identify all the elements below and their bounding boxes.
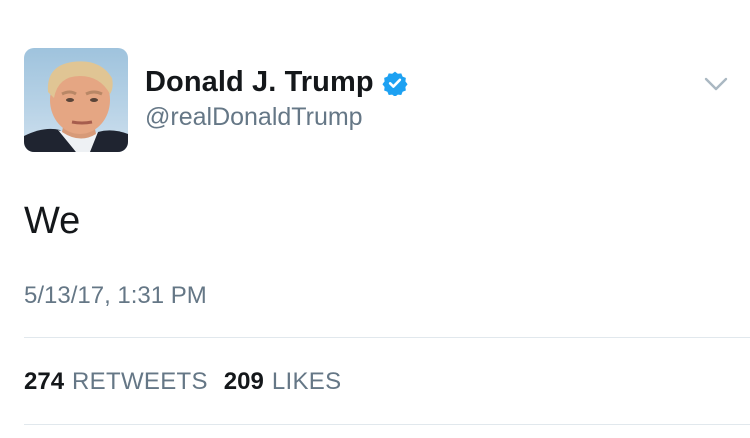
- likes-label: LIKES: [271, 368, 342, 395]
- retweets-count: 274: [24, 368, 65, 395]
- tweet-card: Donald J. Trump @realDonaldTrump We 5/13…: [0, 0, 750, 438]
- engagement-stats: 274 RETWEETS 209 LIKES: [24, 368, 357, 396]
- divider: [24, 337, 750, 338]
- retweets-stat[interactable]: 274 RETWEETS: [24, 368, 208, 396]
- avatar[interactable]: [24, 48, 128, 152]
- author-name-row[interactable]: Donald J. Trump: [145, 66, 408, 99]
- verified-badge-icon: [382, 70, 408, 96]
- avatar-image: [24, 61, 128, 152]
- retweets-label: RETWEETS: [72, 368, 208, 395]
- likes-stat[interactable]: 209 LIKES: [224, 368, 342, 396]
- likes-count: 209: [223, 368, 264, 395]
- chevron-down-icon[interactable]: [704, 76, 728, 92]
- author-handle[interactable]: @realDonaldTrump: [145, 103, 363, 132]
- tweet-text: We: [24, 200, 81, 242]
- author-display-name[interactable]: Donald J. Trump: [145, 66, 374, 99]
- tweet-timestamp[interactable]: 5/13/17, 1:31 PM: [24, 282, 207, 310]
- divider: [24, 424, 750, 425]
